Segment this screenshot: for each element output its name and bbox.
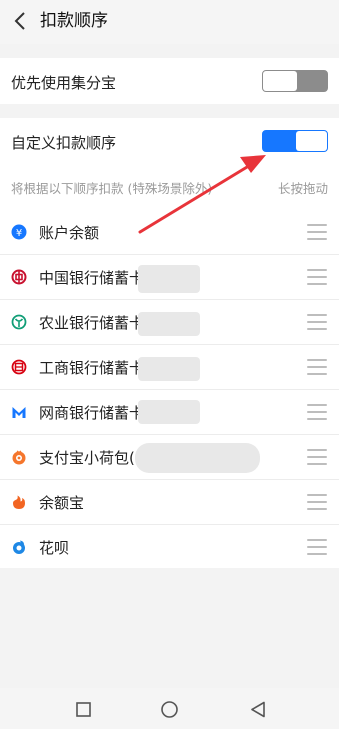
system-nav-bar xyxy=(0,688,339,729)
home-icon[interactable] xyxy=(160,700,179,719)
annotation-arrow xyxy=(138,155,266,234)
back-nav-icon[interactable] xyxy=(250,701,266,718)
recent-apps-icon[interactable] xyxy=(76,702,91,717)
